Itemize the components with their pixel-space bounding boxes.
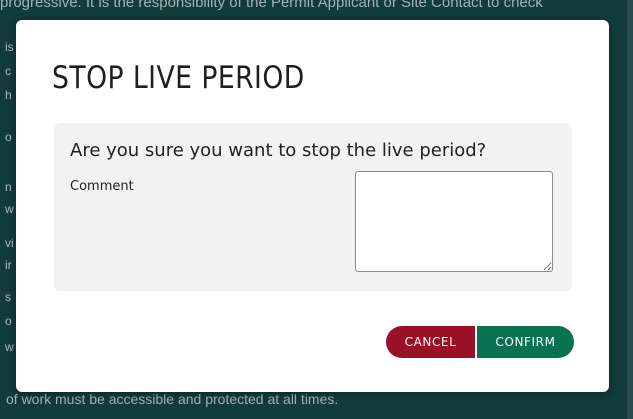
background-scrollbar-edge xyxy=(627,0,633,419)
background-fragment: w xyxy=(5,340,14,354)
comment-label: Comment xyxy=(70,179,134,194)
dialog-actions: CANCEL CONFIRM xyxy=(386,326,574,358)
stop-live-period-dialog: STOP LIVE PERIOD Are you sure you want t… xyxy=(16,20,609,392)
confirmation-question: Are you sure you want to stop the live p… xyxy=(70,140,487,161)
dialog-content-panel: Are you sure you want to stop the live p… xyxy=(54,123,572,291)
cancel-button[interactable]: CANCEL xyxy=(386,326,475,358)
background-fragment: s xyxy=(5,290,11,304)
background-edge-fragments: is c h o n w vi ir s o w xyxy=(0,30,16,390)
background-fragment: n xyxy=(5,180,12,194)
background-fragment: w xyxy=(5,202,14,216)
background-fragment: h xyxy=(5,88,12,102)
background-text-top: progressive. It is the responsibility of… xyxy=(0,0,543,11)
dialog-title: STOP LIVE PERIOD xyxy=(52,60,305,96)
confirm-button[interactable]: CONFIRM xyxy=(475,326,574,358)
background-text-bottom: of work must be accessible and protected… xyxy=(6,391,339,407)
background-fragment: c xyxy=(5,64,11,78)
background-fragment: o xyxy=(5,130,12,144)
background-fragment: vi xyxy=(5,236,14,250)
background-fragment: ir xyxy=(5,258,12,272)
background-fragment: o xyxy=(5,314,12,328)
comment-textarea[interactable] xyxy=(355,171,553,272)
background-fragment: is xyxy=(5,40,14,54)
